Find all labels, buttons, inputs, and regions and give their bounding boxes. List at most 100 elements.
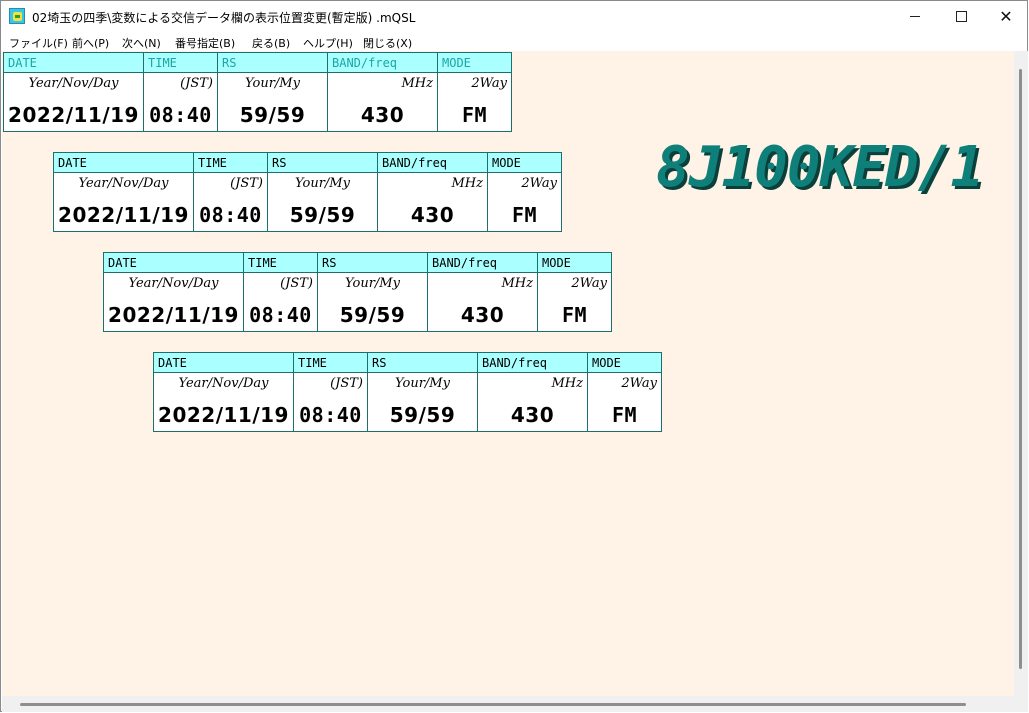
value-mode: FM bbox=[611, 403, 638, 427]
header-rs: RS bbox=[267, 152, 378, 173]
qsl-table: DATE TIME RS BAND/freq MODE Year/Nov/Day… bbox=[3, 52, 513, 132]
value-rs: 59/59 bbox=[339, 303, 406, 327]
header-mode: MODE bbox=[587, 352, 662, 373]
cell-time: (JST) 08:40 bbox=[243, 272, 318, 332]
cell-date: Year/Nov/Day 2022/11/19 bbox=[3, 72, 144, 132]
horizontal-scroll-thumb[interactable] bbox=[20, 703, 966, 706]
value-band: 430 bbox=[360, 103, 405, 127]
subheader-rs: Your/My bbox=[245, 76, 300, 91]
app-icon[interactable] bbox=[9, 8, 25, 24]
value-time: 08:40 bbox=[199, 203, 262, 227]
value-rs: 59/59 bbox=[289, 203, 356, 227]
cell-mode: 2Way FM bbox=[537, 272, 612, 332]
cell-date: Year/Nov/Day 2022/11/19 bbox=[53, 172, 194, 232]
menu-bar: ファイル(F) 前へ(P) 次へ(N) 番号指定(B) 戻る(B) ヘルプ(H)… bbox=[1, 32, 1027, 51]
value-date: 2022/11/19 bbox=[158, 403, 289, 427]
value-band: 430 bbox=[410, 203, 455, 227]
header-date: DATE bbox=[103, 252, 244, 273]
subheader-mode: 2Way bbox=[621, 376, 657, 391]
maximize-icon bbox=[955, 11, 967, 22]
cell-time: (JST) 08:40 bbox=[143, 72, 218, 132]
cell-rs: Your/My 59/59 bbox=[267, 172, 378, 232]
subheader-mode: 2Way bbox=[521, 176, 557, 191]
qsl-table: DATE TIME RS BAND/freq MODE Year/Nov/Day… bbox=[153, 352, 663, 432]
header-time: TIME bbox=[243, 252, 318, 273]
cell-band: MHz 430 bbox=[477, 372, 588, 432]
window-title: 02埼玉の四季\変数による交信データ欄の表示位置変更(暫定版) .mQSL bbox=[32, 11, 416, 25]
vertical-scrollbar[interactable] bbox=[1014, 51, 1028, 696]
value-band: 430 bbox=[510, 403, 555, 427]
menu-help[interactable]: ヘルプ(H) bbox=[303, 35, 353, 51]
subheader-date: Year/Nov/Day bbox=[178, 376, 269, 391]
value-mode: FM bbox=[561, 303, 588, 327]
value-date: 2022/11/19 bbox=[8, 103, 139, 127]
minimize-icon bbox=[910, 16, 920, 17]
cell-band: MHz 430 bbox=[427, 272, 538, 332]
horizontal-scrollbar[interactable] bbox=[2, 696, 1014, 712]
cell-time: (JST) 08:40 bbox=[193, 172, 268, 232]
header-date: DATE bbox=[153, 352, 294, 373]
qsl-card-canvas: DATE TIME RS BAND/freq MODE Year/Nov/Day… bbox=[2, 51, 1014, 696]
subheader-date: Year/Nov/Day bbox=[78, 176, 169, 191]
menu-number[interactable]: 番号指定(B) bbox=[175, 35, 235, 51]
value-band: 430 bbox=[460, 303, 505, 327]
subheader-rs: Your/My bbox=[295, 176, 350, 191]
menu-back[interactable]: 戻る(B) bbox=[252, 35, 290, 51]
cell-mode: 2Way FM bbox=[437, 72, 512, 132]
cell-band: MHz 430 bbox=[327, 72, 438, 132]
subheader-band: MHz bbox=[551, 376, 584, 391]
subheader-time: (JST) bbox=[280, 276, 313, 291]
header-rs: RS bbox=[317, 252, 428, 273]
subheader-rs: Your/My bbox=[345, 276, 400, 291]
menu-prev[interactable]: 前へ(P) bbox=[72, 35, 109, 51]
cell-rs: Your/My 59/59 bbox=[367, 372, 478, 432]
subheader-mode: 2Way bbox=[471, 76, 507, 91]
menu-close[interactable]: 閉じる(X) bbox=[363, 35, 412, 51]
cell-date: Year/Nov/Day 2022/11/19 bbox=[103, 272, 244, 332]
vertical-scroll-thumb[interactable] bbox=[1019, 69, 1022, 669]
value-time: 08:40 bbox=[299, 403, 362, 427]
header-rs: RS bbox=[217, 52, 328, 73]
header-time: TIME bbox=[193, 152, 268, 173]
header-mode: MODE bbox=[487, 152, 562, 173]
close-button[interactable]: ✕ bbox=[983, 1, 1029, 32]
header-mode: MODE bbox=[437, 52, 512, 73]
cell-date: Year/Nov/Day 2022/11/19 bbox=[153, 372, 294, 432]
subheader-time: (JST) bbox=[230, 176, 263, 191]
value-time: 08:40 bbox=[149, 103, 212, 127]
minimize-button[interactable] bbox=[892, 1, 938, 32]
cell-mode: 2Way FM bbox=[487, 172, 562, 232]
app-window: 02埼玉の四季\変数による交信データ欄の表示位置変更(暫定版) .mQSL ✕ … bbox=[0, 0, 1028, 712]
qsl-table: DATE TIME RS BAND/freq MODE Year/Nov/Day… bbox=[53, 152, 563, 232]
close-icon: ✕ bbox=[999, 6, 1013, 26]
header-band: BAND/freq bbox=[377, 152, 488, 173]
subheader-mode: 2Way bbox=[571, 276, 607, 291]
value-date: 2022/11/19 bbox=[108, 303, 239, 327]
header-time: TIME bbox=[293, 352, 368, 373]
value-time: 08:40 bbox=[249, 303, 312, 327]
cell-time: (JST) 08:40 bbox=[293, 372, 368, 432]
header-band: BAND/freq bbox=[477, 352, 588, 373]
header-band: BAND/freq bbox=[427, 252, 538, 273]
qsl-table: DATE TIME RS BAND/freq MODE Year/Nov/Day… bbox=[103, 252, 613, 332]
header-date: DATE bbox=[53, 152, 194, 173]
maximize-button[interactable] bbox=[938, 1, 984, 32]
title-bar[interactable]: 02埼玉の四季\変数による交信データ欄の表示位置変更(暫定版) .mQSL ✕ bbox=[1, 1, 1027, 32]
callsign-text: 8J100KED/1 bbox=[656, 135, 984, 200]
cell-mode: 2Way FM bbox=[587, 372, 662, 432]
cell-rs: Your/My 59/59 bbox=[217, 72, 328, 132]
subheader-band: MHz bbox=[401, 76, 434, 91]
subheader-band: MHz bbox=[501, 276, 534, 291]
value-mode: FM bbox=[511, 203, 538, 227]
scrollbar-corner bbox=[1014, 696, 1028, 712]
subheader-date: Year/Nov/Day bbox=[28, 76, 119, 91]
menu-file[interactable]: ファイル(F) bbox=[9, 35, 68, 51]
header-mode: MODE bbox=[537, 252, 612, 273]
menu-next[interactable]: 次へ(N) bbox=[122, 35, 161, 51]
subheader-band: MHz bbox=[451, 176, 484, 191]
value-mode: FM bbox=[461, 103, 488, 127]
header-date: DATE bbox=[3, 52, 144, 73]
cell-rs: Your/My 59/59 bbox=[317, 272, 428, 332]
value-date: 2022/11/19 bbox=[58, 203, 189, 227]
cell-band: MHz 430 bbox=[377, 172, 488, 232]
